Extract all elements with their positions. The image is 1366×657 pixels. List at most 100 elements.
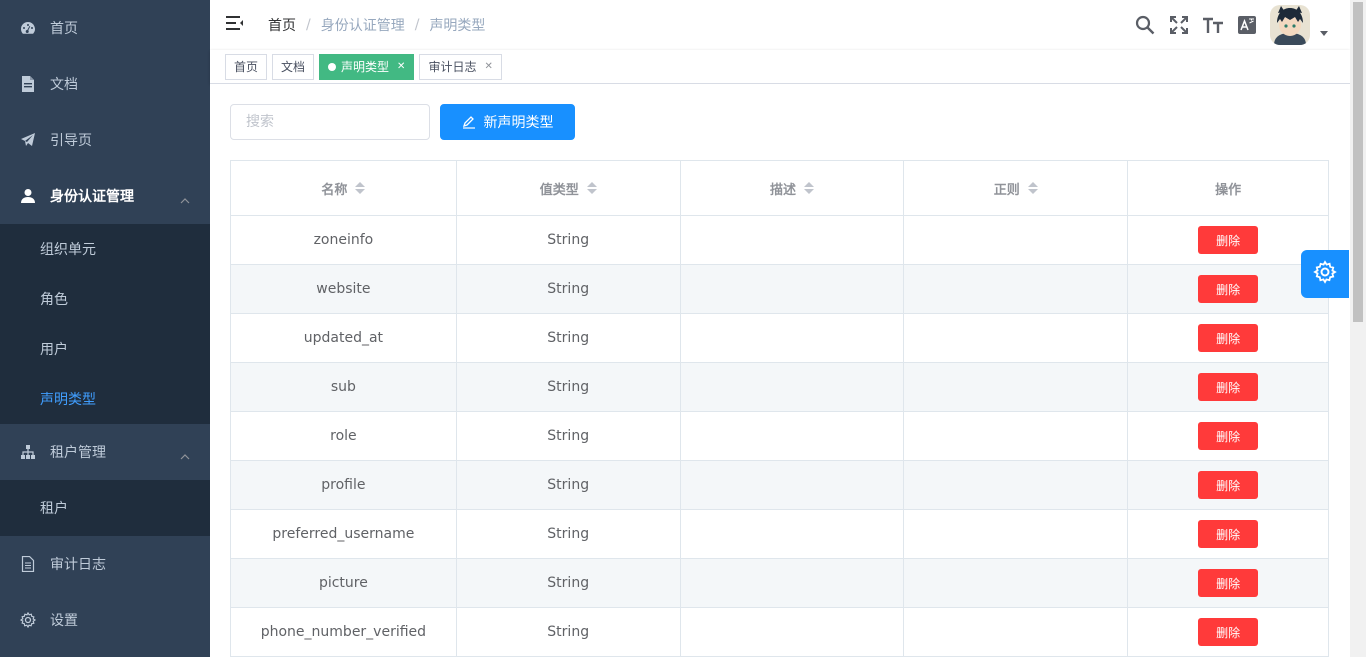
tag-audit-log[interactable]: 审计日志 ✕ — [419, 53, 502, 80]
sidebar-item-users[interactable]: 用户 — [0, 324, 210, 374]
cell-name: profile — [231, 461, 457, 510]
sidebar-item-claim-types[interactable]: 声明类型 — [0, 374, 210, 424]
hamburger-button[interactable] — [210, 0, 260, 50]
sidebar-item-tenant-mgmt[interactable]: 租户管理 — [0, 424, 210, 480]
sort-icon[interactable] — [1027, 182, 1038, 194]
translate-icon[interactable] — [1230, 0, 1264, 50]
table-row[interactable]: phone_number_verified String 删除 — [231, 608, 1329, 657]
column-header-description[interactable]: 描述 — [680, 161, 905, 216]
sidebar-item-audit-log[interactable]: 审计日志 — [0, 536, 210, 592]
column-header-value-type[interactable]: 值类型 — [456, 161, 681, 216]
search-icon[interactable] — [1128, 0, 1162, 50]
cell-actions: 删除 — [1128, 559, 1329, 608]
sort-icon[interactable] — [586, 182, 597, 194]
caret-down-icon — [1320, 24, 1328, 40]
column-header-regex[interactable]: 正则 — [904, 161, 1129, 216]
page-scrollbar[interactable] — [1350, 0, 1366, 657]
cell-regex — [904, 559, 1129, 608]
submenu-tenant: 租户 — [0, 480, 210, 536]
sidebar-item-roles[interactable]: 角色 — [0, 274, 210, 324]
new-claim-type-button[interactable]: 新声明类型 — [440, 104, 575, 140]
cell-description — [680, 559, 905, 608]
cell-value-type: String — [456, 216, 681, 265]
new-button-label: 新声明类型 — [483, 115, 554, 131]
cell-description — [680, 363, 905, 412]
sidebar-item-label: 租户管理 — [50, 445, 106, 461]
cell-value-type: String — [456, 412, 681, 461]
paper-plane-icon — [20, 132, 36, 148]
cell-regex — [904, 363, 1129, 412]
delete-button[interactable]: 删除 — [1198, 373, 1259, 401]
cell-value-type: String — [456, 314, 681, 363]
breadcrumb: 首页 / 身份认证管理 / 声明类型 — [268, 15, 485, 35]
settings-panel-button[interactable] — [1301, 250, 1349, 298]
scrollbar-thumb[interactable] — [1353, 2, 1363, 322]
delete-button[interactable]: 删除 — [1198, 471, 1259, 499]
sidebar-item-docs[interactable]: 文档 — [0, 56, 210, 112]
cell-name: role — [231, 412, 457, 461]
column-header-name[interactable]: 名称 — [231, 161, 457, 216]
sort-icon[interactable] — [804, 182, 814, 194]
delete-button[interactable]: 删除 — [1198, 569, 1259, 597]
cell-description — [680, 461, 905, 510]
sidebar-item-org-units[interactable]: 组织单元 — [0, 224, 210, 274]
sidebar-item-label: 身份认证管理 — [50, 189, 134, 205]
sidebar-item-identity[interactable]: 身份认证管理 — [0, 168, 210, 224]
text-size-icon[interactable] — [1196, 0, 1230, 50]
tag-claim-types[interactable]: 声明类型 ✕ — [319, 53, 415, 80]
table-row[interactable]: website String 删除 — [231, 265, 1329, 314]
sidebar-item-label: 首页 — [50, 21, 78, 37]
table-row[interactable]: preferred_username String 删除 — [231, 510, 1329, 559]
sidebar-item-settings[interactable]: 设置 — [0, 592, 210, 648]
column-label: 名称 — [321, 182, 348, 198]
cell-description — [680, 510, 905, 559]
sort-icon[interactable] — [355, 182, 366, 194]
cell-name: picture — [231, 559, 457, 608]
table-header: 名称 值类型 描述 正则 操作 — [231, 161, 1329, 216]
breadcrumb-separator: / — [414, 17, 420, 33]
chevron-up-icon — [180, 192, 190, 208]
delete-button[interactable]: 删除 — [1198, 422, 1259, 450]
table-row[interactable]: zoneinfo String 删除 — [231, 216, 1329, 265]
sidebar-item-tenants[interactable]: 租户 — [0, 480, 210, 536]
cell-description — [680, 412, 905, 461]
delete-button[interactable]: 删除 — [1198, 275, 1259, 303]
delete-button[interactable]: 删除 — [1198, 618, 1259, 646]
tag-label: 首页 — [234, 59, 259, 74]
avatar[interactable] — [1270, 5, 1310, 45]
cell-actions: 删除 — [1128, 461, 1329, 510]
table-row[interactable]: updated_at String 删除 — [231, 314, 1329, 363]
claims-table: 名称 值类型 描述 正则 操作 zoneinfo String 删除 website S… — [230, 160, 1329, 657]
breadcrumb-separator: / — [306, 17, 311, 33]
cell-description — [680, 265, 905, 314]
fullscreen-icon[interactable] — [1162, 0, 1196, 50]
user-icon — [20, 188, 36, 204]
table-row[interactable]: role String 删除 — [231, 412, 1329, 461]
cell-actions: 删除 — [1128, 216, 1329, 265]
sidebar-item-label: 审计日志 — [50, 557, 106, 573]
cell-actions: 删除 — [1128, 510, 1329, 559]
menu-fold-icon — [226, 15, 244, 35]
sidebar-item-guide[interactable]: 引导页 — [0, 112, 210, 168]
submenu-identity: 组织单元 角色 用户 声明类型 — [0, 224, 210, 424]
delete-button[interactable]: 删除 — [1198, 520, 1259, 548]
edit-icon — [462, 115, 476, 129]
delete-button[interactable]: 删除 — [1198, 324, 1259, 352]
delete-button[interactable]: 删除 — [1198, 226, 1259, 254]
main-content: 新声明类型 名称 值类型 描述 正则 操作 zoneinfoString删除we… — [210, 84, 1350, 657]
avatar-dropdown[interactable] — [1270, 5, 1328, 45]
table-row[interactable]: picture String 删除 — [231, 559, 1329, 608]
cell-regex — [904, 216, 1129, 265]
tag-home[interactable]: 首页 — [225, 53, 268, 80]
search-input[interactable] — [230, 104, 430, 140]
cell-regex — [904, 412, 1129, 461]
sidebar-item-home[interactable]: 首页 — [0, 0, 210, 56]
cell-actions: 删除 — [1128, 265, 1329, 314]
column-label: 操作 — [1215, 182, 1242, 198]
table-row[interactable]: profile String 删除 — [231, 461, 1329, 510]
tag-docs[interactable]: 文档 — [272, 53, 315, 80]
close-icon[interactable]: ✕ — [484, 55, 492, 79]
table-row[interactable]: sub String 删除 — [231, 363, 1329, 412]
close-icon[interactable]: ✕ — [397, 55, 405, 79]
breadcrumb-item[interactable]: 首页 — [268, 15, 296, 35]
